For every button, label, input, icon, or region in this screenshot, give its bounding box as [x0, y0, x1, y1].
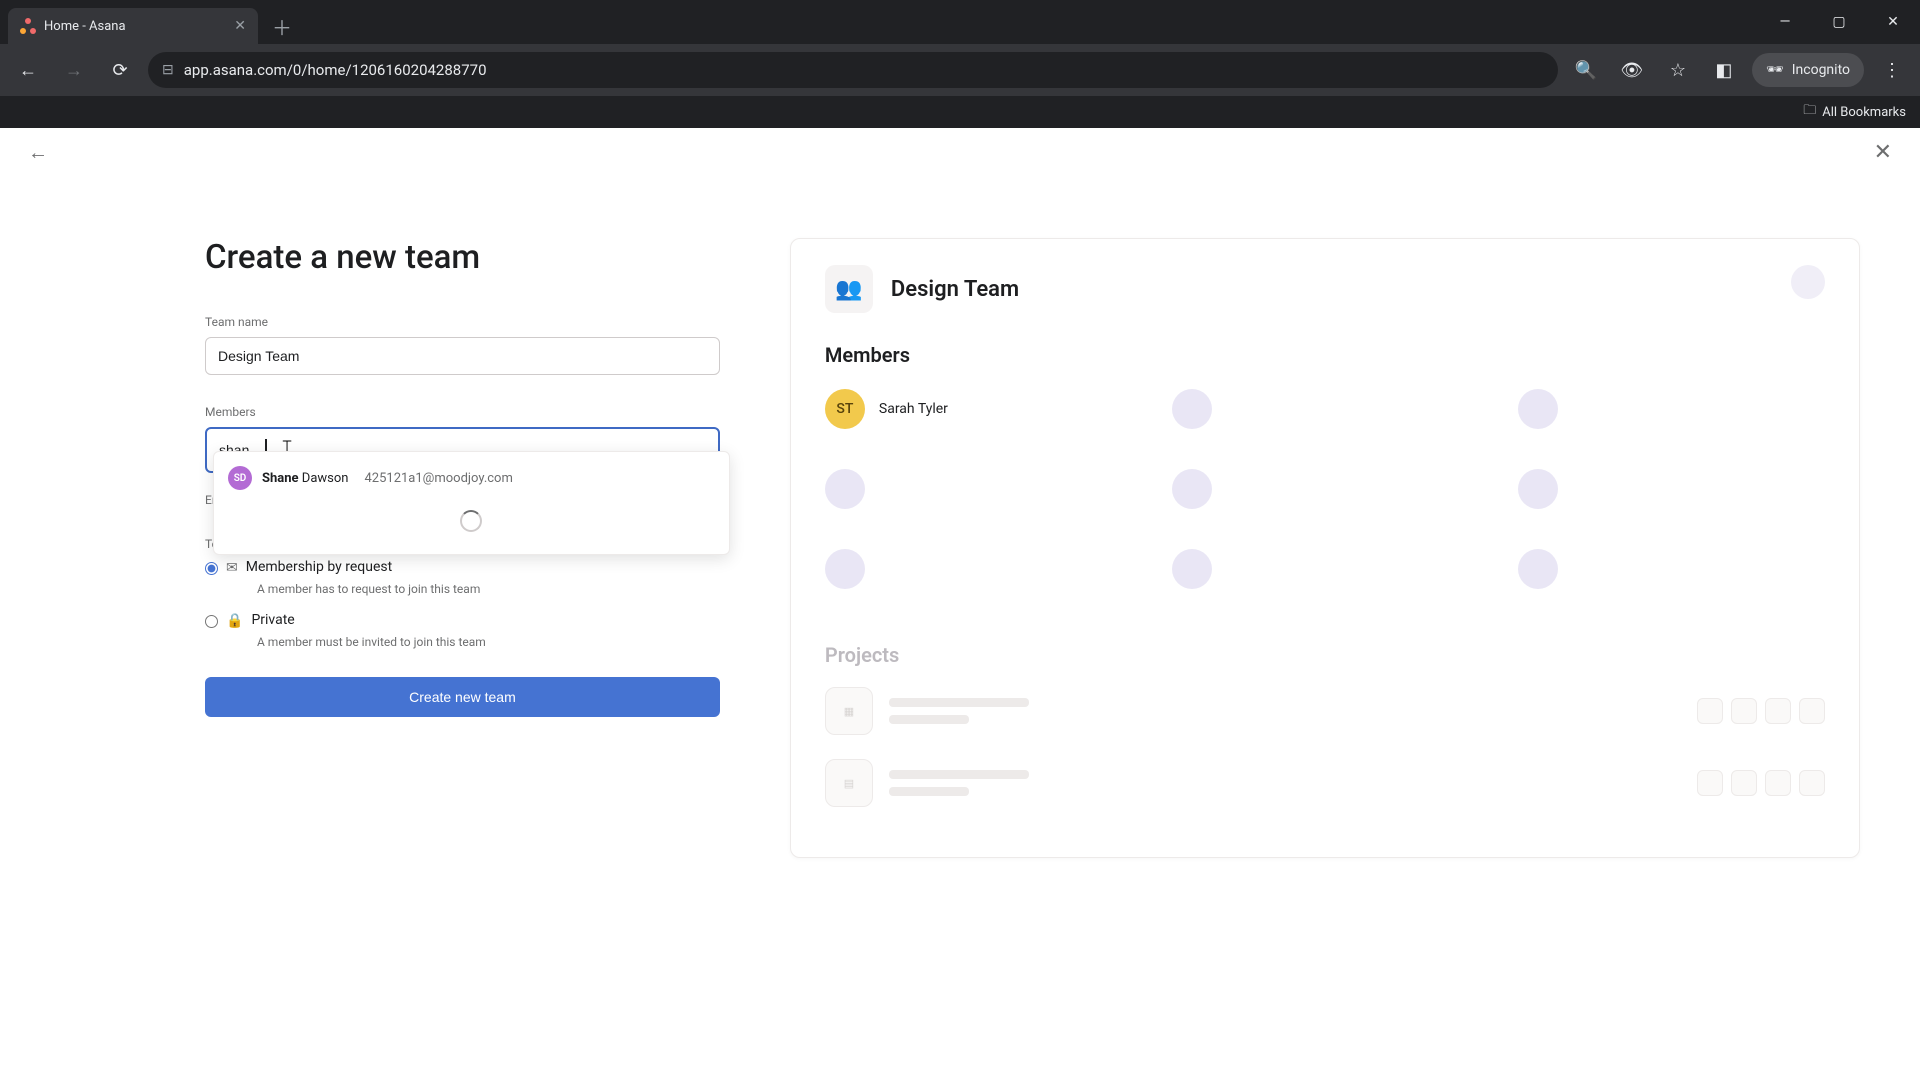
typeahead-loading — [214, 496, 729, 546]
bookmarks-bar: 🗀 All Bookmarks — [0, 96, 1920, 128]
side-panel-icon[interactable]: ◧ — [1706, 52, 1742, 88]
eye-off-icon[interactable]: 👁 — [1614, 52, 1650, 88]
preview-team-name: Design Team — [891, 277, 1019, 302]
member-skeleton — [1172, 389, 1479, 429]
modal-back-icon[interactable]: ← — [28, 140, 48, 165]
team-name-label: Team name — [205, 315, 720, 329]
asana-favicon — [20, 18, 36, 34]
typeahead-option[interactable]: SD Shane Dawson 425121a1@moodjoy.com — [214, 460, 729, 496]
member-skeleton — [1518, 389, 1825, 429]
url-text: app.asana.com/0/home/1206160204288770 — [184, 61, 1544, 79]
project-lines-skeleton — [889, 698, 1029, 724]
create-team-form: Create a new team Team name Members 𝙸 SD… — [205, 238, 720, 858]
radio-private-label: Private — [251, 612, 294, 628]
incognito-chip[interactable]: 🕶 Incognito — [1752, 53, 1864, 87]
typeahead-name: Shane Dawson — [262, 471, 348, 486]
tab-title: Home - Asana — [44, 19, 226, 34]
avatar: ST — [825, 389, 865, 429]
member-skeleton — [825, 549, 1132, 589]
skeleton-avatar — [1518, 549, 1558, 589]
radio-membership[interactable] — [205, 562, 218, 575]
member-item: ST Sarah Tyler — [825, 389, 1132, 429]
project-dots-skeleton — [1697, 770, 1825, 796]
members-field: Members 𝙸 SD Shane Dawson 425121a1@moodj… — [205, 405, 720, 473]
minimize-button[interactable]: ― — [1758, 0, 1812, 44]
back-button[interactable]: ← — [10, 52, 46, 88]
bookmark-star-icon[interactable]: ☆ — [1660, 52, 1696, 88]
avatar: SD — [228, 466, 252, 490]
skeleton-avatar — [1172, 389, 1212, 429]
modal-content: Create a new team Team name Members 𝙸 SD… — [0, 128, 1920, 858]
project-skeleton-row: ▤ — [825, 759, 1825, 807]
project-thumb-skeleton: ▤ — [825, 759, 873, 807]
site-info-icon[interactable]: ⊟ — [162, 62, 174, 78]
preview-header: 👥 Design Team — [825, 265, 1825, 313]
address-bar[interactable]: ⊟ app.asana.com/0/home/1206160204288770 — [148, 52, 1558, 88]
team-preview-card: 👥 Design Team Members ST Sarah Tyler — [790, 238, 1860, 858]
project-lines-skeleton — [889, 770, 1029, 796]
envelope-icon: ✉ — [226, 560, 238, 576]
members-label: Members — [205, 405, 720, 419]
skeleton-avatar — [1518, 469, 1558, 509]
lock-icon: 🔒 — [226, 613, 243, 629]
skeleton-avatar — [1518, 389, 1558, 429]
header-skeleton-avatar — [1791, 265, 1825, 299]
skeleton-avatar — [1172, 549, 1212, 589]
skeleton-avatar — [825, 469, 865, 509]
skeleton-avatar — [825, 549, 865, 589]
projects-section-title: Projects — [825, 643, 1825, 667]
reload-button[interactable]: ⟳ — [102, 52, 138, 88]
radio-private-desc: A member must be invited to join this te… — [257, 635, 720, 649]
member-skeleton — [825, 469, 1132, 509]
project-skeleton-row: ▦ — [825, 687, 1825, 735]
member-skeleton — [1172, 469, 1479, 509]
page-title: Create a new team — [205, 238, 720, 277]
app-area: ← ✕ Create a new team Team name Members … — [0, 128, 1920, 1080]
search-icon[interactable]: 🔍 — [1568, 52, 1604, 88]
radio-membership-label: Membership by request — [246, 559, 392, 575]
incognito-label: Incognito — [1792, 62, 1850, 78]
forward-button[interactable]: → — [56, 52, 92, 88]
member-skeleton — [1518, 469, 1825, 509]
privacy-option-membership[interactable]: ✉ Membership by request — [205, 559, 720, 576]
project-dots-skeleton — [1697, 698, 1825, 724]
radio-membership-desc: A member has to request to join this tea… — [257, 582, 720, 596]
browser-chrome: Home - Asana ✕ ＋ ― ▢ ✕ ← → ⟳ ⊟ app.asana… — [0, 0, 1920, 128]
tab-close-icon[interactable]: ✕ — [234, 18, 246, 34]
members-section-title: Members — [825, 343, 1825, 367]
incognito-icon: 🕶 — [1766, 62, 1784, 78]
spinner-icon — [460, 510, 482, 532]
team-name-input[interactable] — [205, 337, 720, 375]
member-skeleton — [1518, 549, 1825, 589]
modal-close-icon[interactable]: ✕ — [1874, 140, 1892, 165]
project-thumb-skeleton: ▦ — [825, 687, 873, 735]
typeahead-email: 425121a1@moodjoy.com — [364, 471, 512, 486]
browser-toolbar: ← → ⟳ ⊟ app.asana.com/0/home/12061602042… — [0, 44, 1920, 96]
new-tab-button[interactable]: ＋ — [258, 12, 306, 41]
all-bookmarks-link[interactable]: All Bookmarks — [1822, 105, 1906, 120]
modal-topbar: ← ✕ — [0, 128, 1920, 176]
team-icon: 👥 — [825, 265, 873, 313]
close-window-button[interactable]: ✕ — [1866, 0, 1920, 44]
kebab-menu-icon[interactable]: ⋮ — [1874, 52, 1910, 88]
members-grid: ST Sarah Tyler — [825, 389, 1825, 589]
tab-bar: Home - Asana ✕ ＋ ― ▢ ✕ — [0, 0, 1920, 44]
skeleton-avatar — [1172, 469, 1212, 509]
radio-private[interactable] — [205, 615, 218, 628]
maximize-button[interactable]: ▢ — [1812, 0, 1866, 44]
create-team-button[interactable]: Create new team — [205, 677, 720, 717]
privacy-option-private[interactable]: 🔒 Private — [205, 612, 720, 629]
window-controls: ― ▢ ✕ — [1758, 0, 1920, 44]
folder-icon: 🗀 — [1803, 101, 1816, 123]
member-skeleton — [1172, 549, 1479, 589]
members-typeahead: SD Shane Dawson 425121a1@moodjoy.com — [213, 451, 730, 555]
browser-tab[interactable]: Home - Asana ✕ — [8, 8, 258, 44]
member-name: Sarah Tyler — [879, 401, 948, 417]
team-name-field: Team name — [205, 315, 720, 375]
